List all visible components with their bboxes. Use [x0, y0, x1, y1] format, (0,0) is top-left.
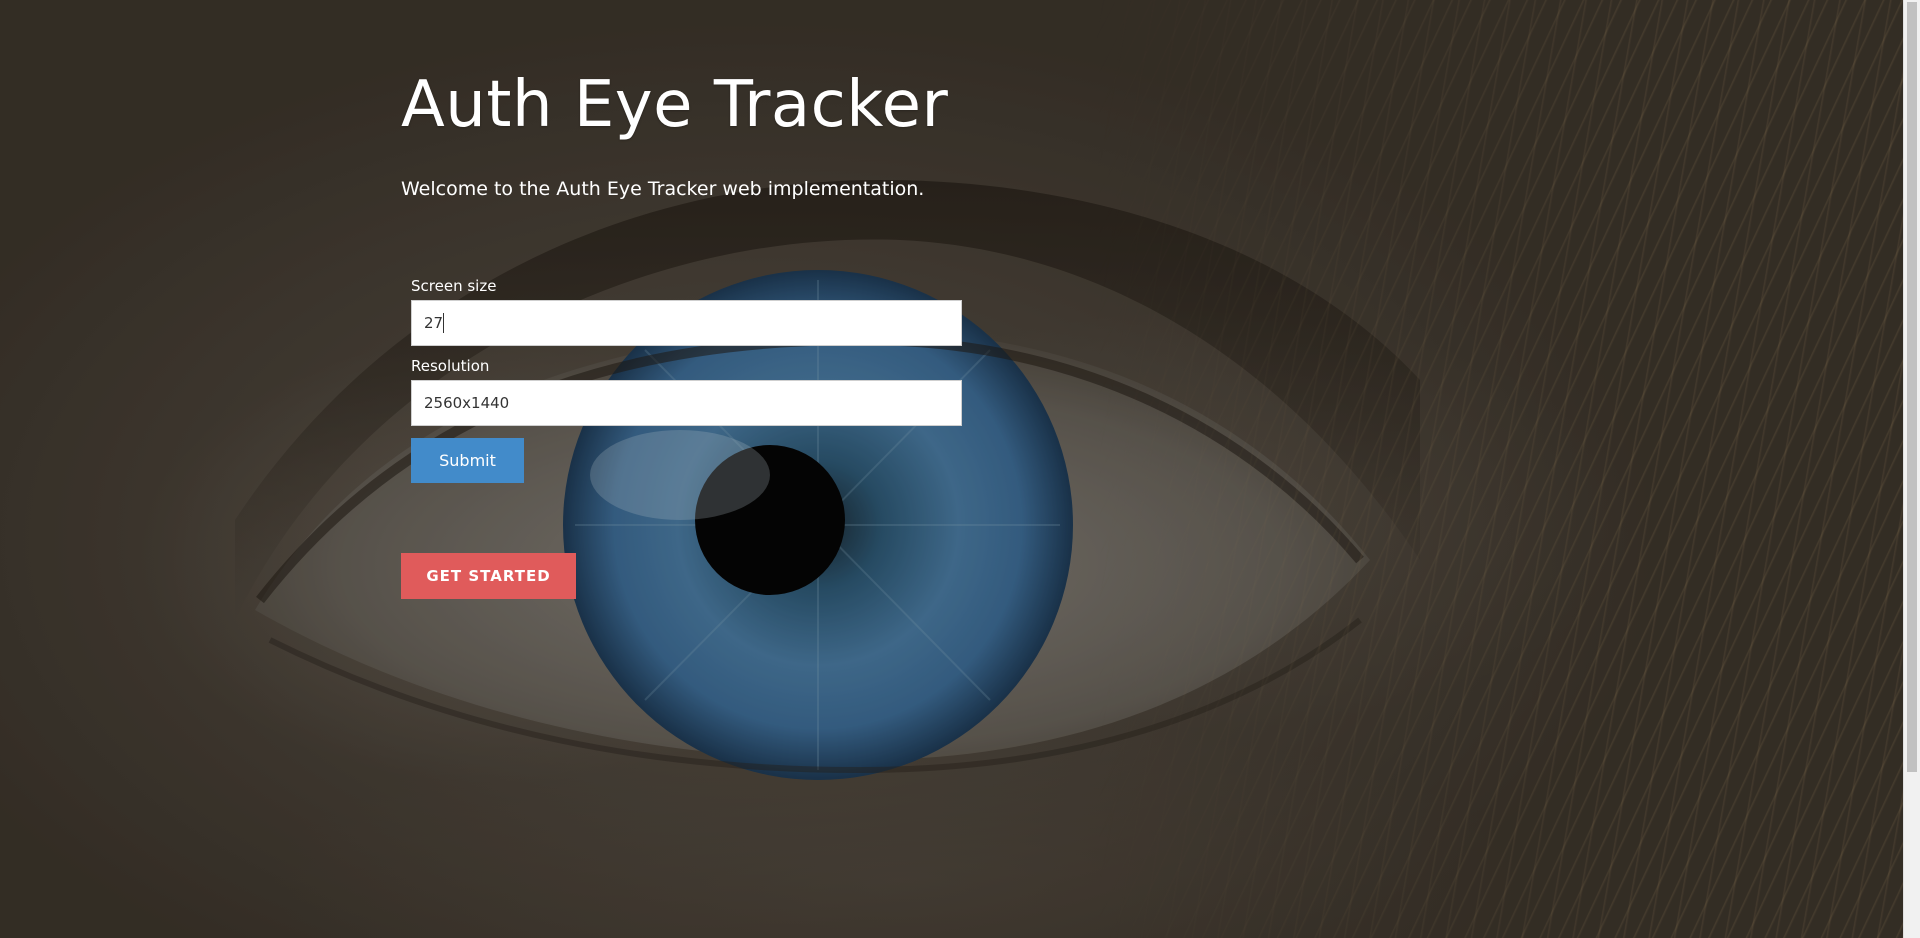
hero-content: Auth Eye Tracker Welcome to the Auth Eye…: [401, 60, 1041, 599]
screen-size-value: 27: [424, 314, 444, 332]
submit-button[interactable]: Submit: [411, 438, 524, 483]
vertical-scrollbar[interactable]: [1903, 0, 1920, 938]
screen-size-label: Screen size: [411, 277, 497, 295]
resolution-group: Resolution 2560x1440: [411, 356, 963, 426]
page: Auth Eye Tracker Welcome to the Auth Eye…: [0, 0, 1920, 938]
page-title: Auth Eye Tracker: [401, 68, 949, 142]
screen-size-input[interactable]: 27: [411, 300, 962, 346]
resolution-label: Resolution: [411, 357, 490, 375]
resolution-input[interactable]: 2560x1440: [411, 380, 962, 426]
screen-size-group: Screen size 27: [411, 276, 963, 346]
screen-settings-form: Screen size 27 Resolution 2560x1440 Subm…: [411, 276, 963, 483]
scrollbar-thumb[interactable]: [1907, 2, 1917, 772]
get-started-button[interactable]: GET STARTED: [401, 553, 576, 599]
resolution-value: 2560x1440: [424, 394, 510, 412]
page-subtitle: Welcome to the Auth Eye Tracker web impl…: [401, 178, 925, 200]
text-caret: [443, 313, 445, 333]
